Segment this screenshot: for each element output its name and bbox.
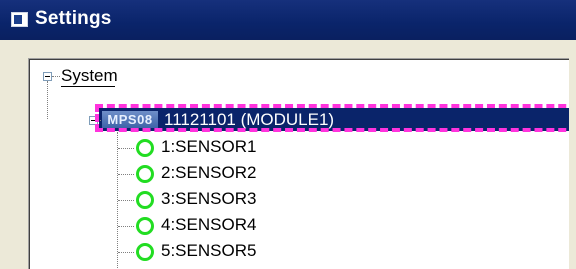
tree-node-sensor-2[interactable]: 2:SENSOR2 [161,163,256,183]
window-title: Settings [35,8,112,29]
sensor-status-icon [136,191,154,209]
title-bar[interactable]: Settings [0,0,576,40]
tree-node-system[interactable]: System [61,66,118,86]
device-tree[interactable]: System MPS08 11121101 (MODULE1) 1:SENSOR… [28,58,569,269]
tree-node-sensor-5[interactable]: 5:SENSOR5 [161,241,256,261]
selected-node-underline [61,86,115,87]
sensor-status-icon [136,243,154,261]
sensor-status-icon [136,139,154,157]
collapse-icon-system[interactable] [43,72,52,81]
app-window-icon [11,12,28,27]
tree-node-sensor-3[interactable]: 3:SENSOR3 [161,189,256,209]
sensor-status-icon [136,165,154,183]
highlight-box [95,104,569,132]
sensor-status-icon [136,217,154,235]
tree-node-sensor-4[interactable]: 4:SENSOR4 [161,215,256,235]
tree-node-sensor-1[interactable]: 1:SENSOR1 [161,137,256,157]
settings-content: System MPS08 11121101 (MODULE1) 1:SENSOR… [0,40,576,269]
